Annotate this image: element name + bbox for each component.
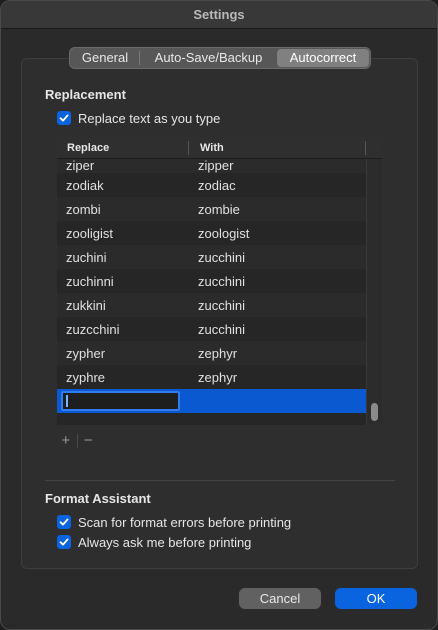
window-title: Settings (1, 1, 437, 29)
cell-replace: zukkini (66, 297, 106, 313)
checkmark-icon (59, 114, 69, 122)
cancel-button[interactable]: Cancel (239, 588, 321, 609)
cell-with: zodiac (198, 177, 236, 193)
table-scrollbar[interactable] (366, 159, 382, 425)
scan-errors-checkbox[interactable] (57, 515, 71, 529)
cell-replace: zyphre (66, 369, 106, 385)
text-caret (66, 395, 68, 407)
replace-edit-field[interactable] (61, 391, 180, 411)
cell-with: zucchini (198, 321, 245, 337)
table-row[interactable]: zombi zombie (57, 197, 366, 221)
table-row[interactable]: zukkini zucchini (57, 293, 366, 317)
table-row[interactable]: zuchini zucchini (57, 245, 366, 269)
cell-replace: zypher (66, 345, 106, 361)
table-row[interactable]: zyphre zephyr (57, 365, 366, 389)
table-body: ziper zipper zodiak zodiac zombi zombie … (57, 159, 366, 413)
ok-button[interactable]: OK (335, 588, 417, 609)
section-divider (45, 480, 395, 481)
cell-replace: zuchinni (66, 273, 114, 289)
cell-replace: zuzcchini (66, 321, 120, 337)
table-header: Replace With (57, 137, 382, 159)
scan-errors-row[interactable]: Scan for format errors before printing (57, 514, 291, 530)
always-ask-label: Always ask me before printing (78, 534, 252, 550)
column-separator (188, 141, 189, 155)
scrollbar-thumb[interactable] (371, 403, 378, 421)
always-ask-row[interactable]: Always ask me before printing (57, 534, 251, 550)
table-row[interactable]: zooligist zoologist (57, 221, 366, 245)
cell-with: zephyr (198, 369, 238, 385)
column-separator (365, 141, 366, 155)
remove-row-button[interactable]: − (78, 431, 100, 450)
format-assistant-section-title: Format Assistant (45, 491, 151, 506)
cell-replace: ziper (66, 158, 95, 173)
tab-general[interactable]: General (71, 49, 139, 67)
cell-replace: zombi (66, 201, 101, 217)
table-row-editing[interactable] (57, 389, 366, 413)
column-header-with[interactable]: With (200, 137, 224, 159)
cell-replace: zuchini (66, 249, 107, 265)
checkmark-icon (59, 538, 69, 546)
table-row[interactable]: zuchinni zucchini (57, 269, 366, 293)
add-remove-controls: + − (55, 431, 99, 450)
tab-autocorrect[interactable]: Autocorrect (277, 49, 369, 67)
cell-replace: zodiak (66, 177, 104, 193)
replacement-table: Replace With ziper zipper zodiak zodiac … (57, 137, 382, 425)
table-row[interactable]: ziper zipper (57, 159, 366, 173)
settings-window: Settings General Auto-Save/Backup Autoco… (0, 0, 438, 630)
cell-with: zucchini (198, 273, 245, 289)
table-row[interactable]: zypher zephyr (57, 341, 366, 365)
table-row[interactable]: zuzcchini zucchini (57, 317, 366, 341)
tab-bar: General Auto-Save/Backup Autocorrect (69, 47, 371, 69)
replacement-section-title: Replacement (45, 87, 126, 102)
cell-replace: zooligist (66, 225, 113, 241)
cell-with: zucchini (198, 297, 245, 313)
cell-with: zephyr (198, 345, 238, 361)
scan-errors-label: Scan for format errors before printing (78, 514, 292, 530)
replace-as-you-type-checkbox[interactable] (57, 111, 71, 125)
column-header-replace[interactable]: Replace (67, 137, 109, 159)
cell-with: zoologist (198, 225, 250, 241)
table-row[interactable]: zodiak zodiac (57, 173, 366, 197)
cell-with: zipper (198, 158, 234, 173)
cell-with: zucchini (198, 249, 245, 265)
replace-as-you-type-label: Replace text as you type (78, 110, 221, 126)
checkmark-icon (59, 518, 69, 526)
add-row-button[interactable]: + (55, 431, 77, 450)
always-ask-checkbox[interactable] (57, 535, 71, 549)
cell-with: zombie (198, 201, 240, 217)
tab-auto-save-backup[interactable]: Auto-Save/Backup (140, 49, 277, 67)
replace-as-you-type-row[interactable]: Replace text as you type (57, 110, 220, 126)
